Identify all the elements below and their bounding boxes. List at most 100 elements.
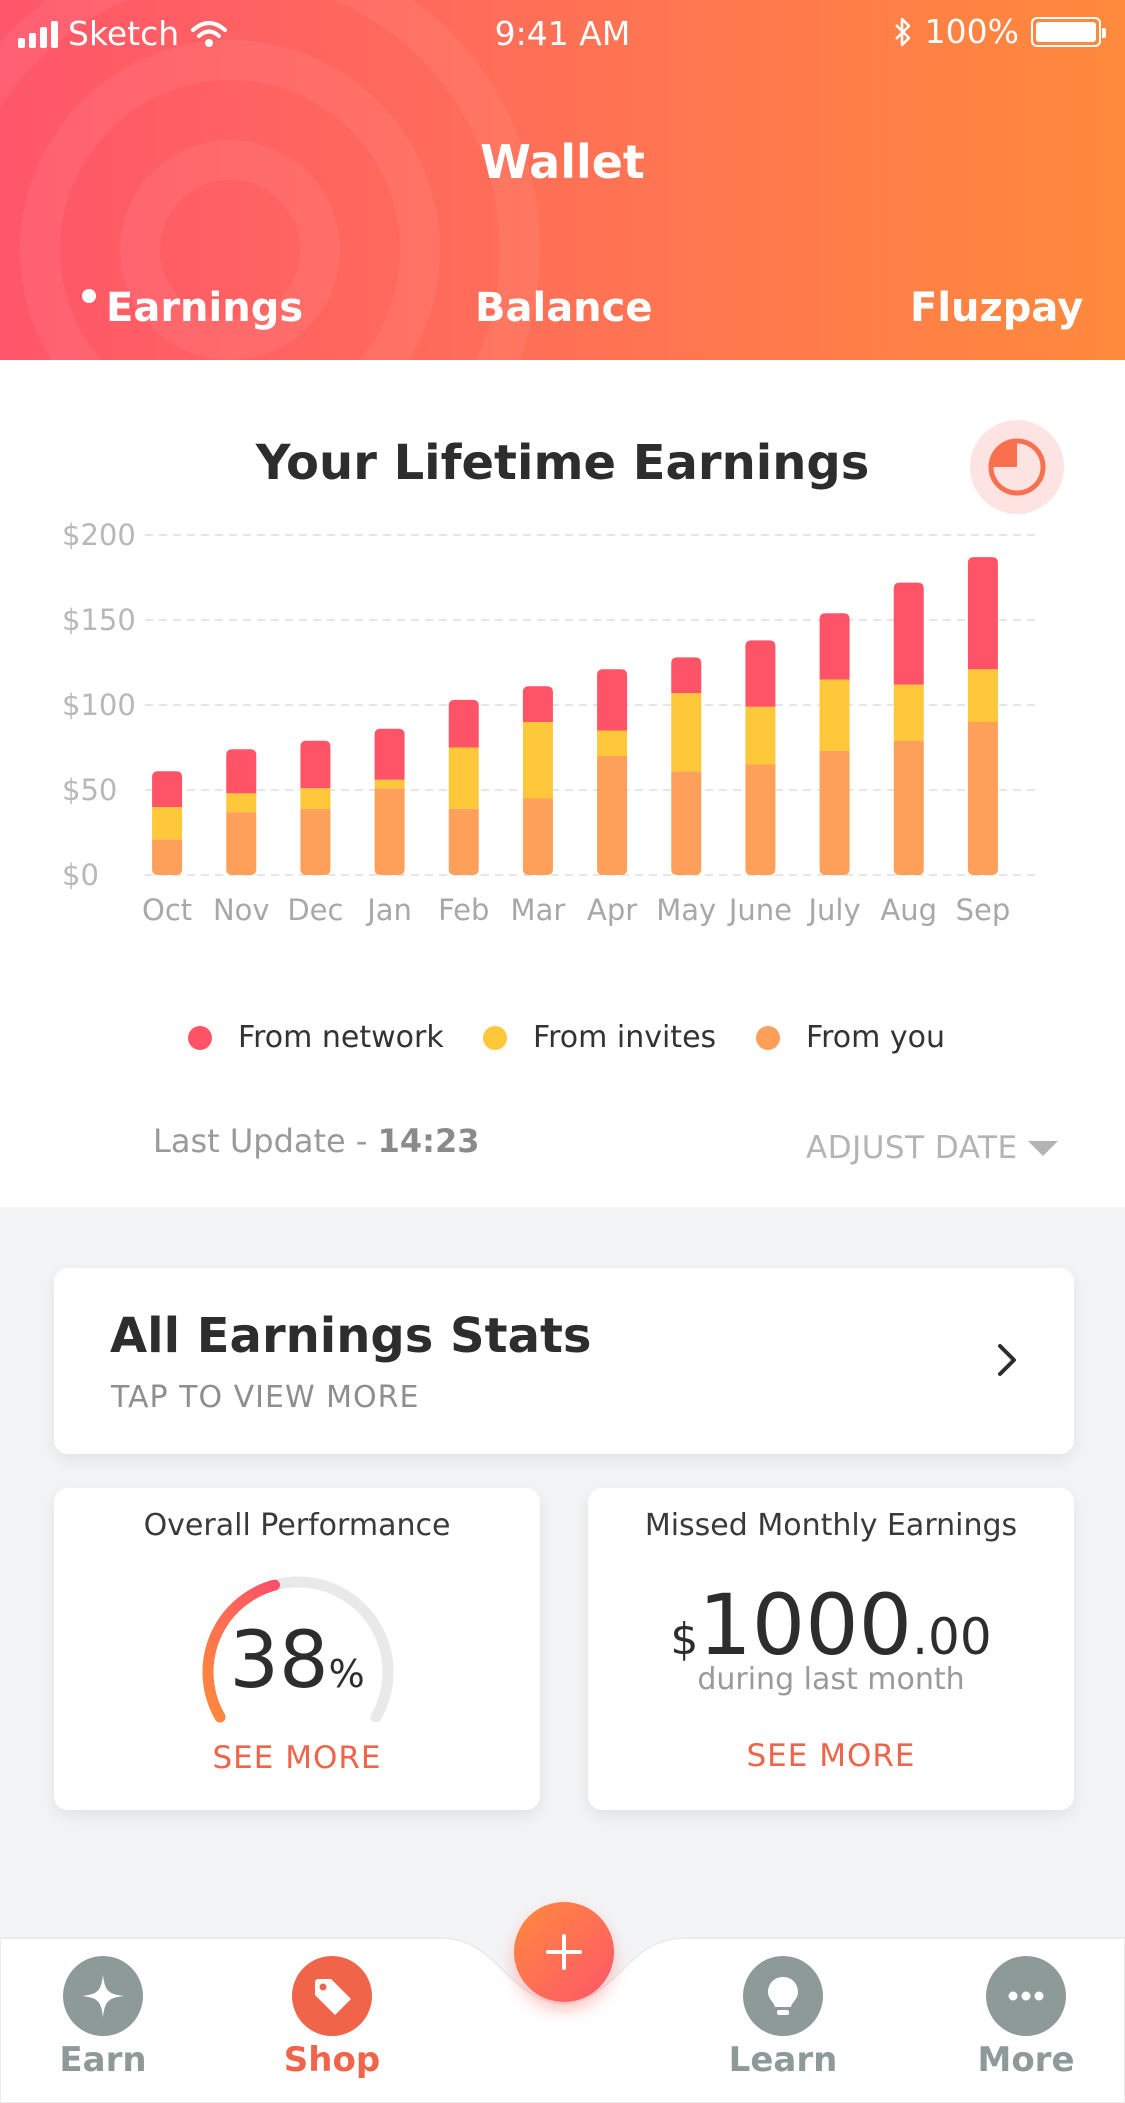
x-tick-label: Mar bbox=[511, 893, 566, 927]
tab-balance[interactable]: Balance bbox=[475, 285, 653, 331]
missed-amount-int: 1000 bbox=[698, 1576, 913, 1674]
bar-segment-from-network bbox=[226, 749, 257, 794]
legend-network-swatch bbox=[188, 1025, 212, 1050]
missed-title: Missed Monthly Earnings bbox=[644, 1508, 1018, 1543]
legend-invites-swatch bbox=[483, 1025, 507, 1050]
bar-segment-from-invites bbox=[893, 684, 924, 741]
x-tick-label: Jan bbox=[365, 893, 412, 927]
battery-percent: 100% bbox=[924, 12, 1019, 51]
add-button[interactable] bbox=[514, 1902, 614, 2002]
missed-see-more-button[interactable]: SEE MORE bbox=[588, 1738, 1074, 1774]
performance-see-more-button[interactable]: SEE MORE bbox=[54, 1740, 540, 1776]
missed-amount: $1000.00 bbox=[588, 1576, 1074, 1674]
legend-you-label: From you bbox=[806, 1020, 945, 1055]
bar-segment-from-you bbox=[152, 839, 183, 875]
y-tick-label: $100 bbox=[62, 688, 136, 722]
y-tick-label: $150 bbox=[62, 603, 136, 637]
x-tick-label: Aug bbox=[880, 893, 937, 927]
tab-fluzpay[interactable]: Fluzpay bbox=[910, 285, 1083, 331]
chevron-right-icon bbox=[998, 1344, 1016, 1376]
legend-network-label: From network bbox=[238, 1020, 444, 1055]
tab-earnings[interactable]: Earnings bbox=[82, 285, 304, 331]
x-tick-label: May bbox=[656, 893, 716, 927]
page-title: Wallet bbox=[480, 135, 645, 189]
bar-segment-from-invites bbox=[300, 788, 331, 809]
x-tick-label: June bbox=[727, 893, 792, 927]
bar-segment-from-you bbox=[374, 788, 405, 875]
wallet-tabs: Earnings Balance Fluzpay bbox=[0, 285, 1125, 345]
adjust-date-button[interactable]: ADJUST DATE bbox=[806, 1130, 1058, 1166]
bar-segment-from-invites bbox=[597, 730, 628, 756]
legend-network: From network bbox=[188, 1020, 444, 1055]
y-tick-label: $200 bbox=[62, 518, 136, 552]
bar-segment-from-you bbox=[893, 740, 924, 875]
legend-invites: From invites bbox=[483, 1020, 716, 1055]
bar-segment-from-you bbox=[967, 722, 998, 875]
x-tick-label: July bbox=[807, 893, 861, 927]
adjust-date-label: ADJUST DATE bbox=[806, 1130, 1018, 1166]
bar-segment-from-invites bbox=[671, 693, 702, 772]
bar-segment-from-network bbox=[745, 640, 776, 707]
x-tick-label: Oct bbox=[142, 893, 192, 927]
bar-segment-from-network bbox=[597, 669, 628, 731]
bar-segment-from-you bbox=[448, 808, 479, 875]
nav-earn[interactable]: Earn bbox=[23, 1956, 183, 2080]
bar-segment-from-invites bbox=[522, 722, 553, 799]
bar-segment-from-invites bbox=[448, 747, 479, 809]
x-tick-label: Apr bbox=[587, 893, 637, 927]
tab-earnings-label: Earnings bbox=[106, 285, 304, 331]
bar-segment-from-you bbox=[522, 798, 553, 875]
tab-balance-label: Balance bbox=[475, 285, 653, 331]
x-tick-label: Feb bbox=[438, 893, 489, 927]
bar-segment-from-you bbox=[819, 750, 850, 875]
nav-learn-label: Learn bbox=[728, 2040, 838, 2080]
last-update-time: 14:23 bbox=[377, 1122, 480, 1160]
nav-earn-label: Earn bbox=[59, 2040, 147, 2080]
earnings-bar-chart: $200 $150 $100 $50 $0 Oct Nov Dec Jan Feb Mar Apr Ma… bbox=[62, 518, 1035, 927]
performance-unit: % bbox=[328, 1652, 365, 1696]
stats-title: All Earnings Stats bbox=[110, 1308, 592, 1364]
nav-more[interactable]: More bbox=[946, 1956, 1106, 2080]
tag-icon bbox=[292, 1956, 372, 2036]
plus-icon bbox=[546, 1934, 582, 1970]
performance-title: Overall Performance bbox=[143, 1508, 451, 1543]
legend-you: From you bbox=[756, 1020, 945, 1055]
bar-segment-from-invites bbox=[374, 779, 405, 789]
bar-segment-from-invites bbox=[226, 793, 257, 813]
bar-segment-from-you bbox=[597, 756, 628, 875]
legend-invites-label: From invites bbox=[533, 1020, 717, 1055]
clock-history-icon bbox=[988, 438, 1046, 496]
bar-segment-from-network bbox=[967, 557, 998, 670]
tab-fluzpay-label: Fluzpay bbox=[910, 285, 1084, 331]
wallet-screen: Sketch 9:41 AM 100% Wallet Earnings Bala… bbox=[0, 0, 1125, 2103]
bluetooth-icon bbox=[894, 17, 910, 46]
history-button[interactable] bbox=[970, 420, 1064, 514]
x-tick-label: Sep bbox=[956, 893, 1011, 927]
caret-down-icon bbox=[1027, 1140, 1058, 1156]
wallet-header: Sketch 9:41 AM 100% Wallet Earnings Bala… bbox=[0, 0, 1125, 360]
sparkle-icon bbox=[63, 1956, 143, 2036]
x-tick-label: Nov bbox=[213, 893, 270, 927]
bar-segment-from-network bbox=[374, 728, 405, 780]
bar-segment-from-you bbox=[226, 812, 257, 875]
nav-learn[interactable]: Learn bbox=[703, 1956, 863, 2080]
nav-shop-label: Shop bbox=[283, 2040, 381, 2080]
bar-segment-from-network bbox=[893, 582, 924, 685]
lifetime-earnings-card: Your Lifetime Earnings $200 $150 $100 $50 $0… bbox=[0, 360, 1125, 1207]
x-tick-label: Dec bbox=[287, 893, 343, 927]
bar-segment-from-you bbox=[671, 771, 702, 875]
bar-segment-from-invites bbox=[967, 669, 998, 722]
nav-shop[interactable]: Shop bbox=[252, 1956, 412, 2080]
last-update-text: Last Update - 14:23 bbox=[153, 1122, 479, 1160]
missed-subtitle: during last month bbox=[697, 1662, 965, 1697]
bar-segment-from-network bbox=[152, 771, 183, 807]
overall-performance-card: Overall Performance 38% SEE MORE bbox=[54, 1488, 540, 1810]
bar-segment-from-network bbox=[522, 686, 553, 722]
bar-segment-from-you bbox=[745, 764, 776, 875]
legend-you-swatch bbox=[756, 1025, 780, 1050]
bar-segment-from-you bbox=[300, 808, 331, 875]
stats-subtitle: TAP TO VIEW MORE bbox=[111, 1380, 420, 1415]
bar-segment-from-invites bbox=[819, 679, 850, 751]
bar-segment-from-network bbox=[300, 740, 331, 789]
all-earnings-stats-card[interactable]: All Earnings Stats TAP TO VIEW MORE bbox=[54, 1268, 1074, 1454]
